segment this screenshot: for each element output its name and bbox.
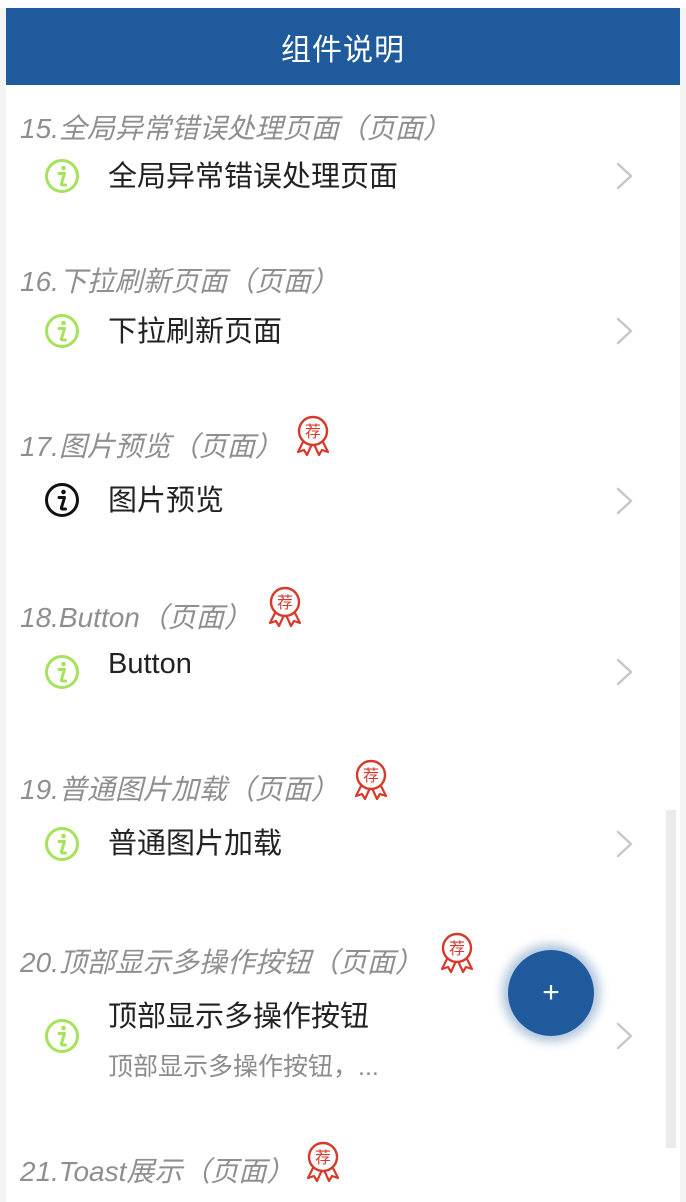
- recommend-badge-text: 荐: [305, 422, 321, 441]
- section-title-17: 17.图片预览（页面）: [20, 431, 283, 462]
- recommend-badge-text: 荐: [277, 593, 293, 612]
- list-item-16[interactable]: 16.下拉刷新页面（页面） 下拉刷新页面: [6, 228, 680, 383]
- list-item-15[interactable]: 15.全局异常错误处理页面（页面） 全局异常错误处理页面: [6, 85, 680, 229]
- app-header: 组件说明: [6, 8, 680, 85]
- recommend-badge-icon: 荐: [296, 415, 330, 456]
- chevron-right-icon: [616, 830, 633, 858]
- chevron-right-icon: [616, 658, 633, 686]
- section-title-21: 21.Toast展示（页面）: [20, 1156, 295, 1187]
- recommend-badge-icon: 荐: [306, 1141, 340, 1182]
- section-title-16: 16.下拉刷新页面（页面）: [20, 266, 339, 297]
- info-icon: [45, 827, 79, 861]
- recommend-badge-icon: 荐: [354, 759, 388, 800]
- chevron-right-icon: [616, 162, 633, 190]
- list-item-17[interactable]: 17.图片预览（页面） 荐 图片预览: [6, 382, 680, 554]
- section-title-20: 20.顶部显示多操作按钮（页面）: [20, 947, 423, 978]
- status-strip: [0, 0, 686, 8]
- recommend-badge-text: 荐: [363, 766, 379, 785]
- list-item-18[interactable]: 18.Button（页面） 荐 Button: [6, 553, 680, 725]
- row-label-17: 图片预览: [108, 485, 225, 517]
- chevron-right-icon: [616, 487, 633, 515]
- chevron-right-icon: [616, 1022, 633, 1050]
- section-title-15: 15.全局异常错误处理页面（页面）: [20, 113, 451, 144]
- section-title-18: 18.Button（页面）: [20, 602, 252, 633]
- row-label-20: 顶部显示多操作按钮: [108, 1001, 370, 1033]
- add-fab-button[interactable]: +: [508, 950, 594, 1036]
- list-item-19[interactable]: 19.普通图片加载（页面） 荐 普通图片加载: [6, 724, 680, 898]
- recommend-badge-icon: 荐: [440, 932, 474, 973]
- scrollbar[interactable]: [666, 810, 676, 1148]
- info-icon: [45, 655, 79, 689]
- info-icon: [45, 159, 79, 193]
- row-label-19: 普通图片加载: [108, 828, 283, 860]
- recommend-badge-text: 荐: [315, 1148, 331, 1167]
- page-title: 组件说明: [281, 33, 405, 67]
- info-icon: [45, 483, 79, 517]
- section-title-19: 19.普通图片加载（页面）: [20, 774, 339, 805]
- info-icon: [45, 314, 79, 348]
- app-frame: 组件说明 15.全局异常错误处理页面（页面） 全局异常错误处理页面 16.下拉刷…: [0, 0, 686, 1202]
- row-label-16: 下拉刷新页面: [108, 316, 283, 348]
- row-label-15: 全局异常错误处理页面: [108, 161, 399, 193]
- recommend-badge-icon: 荐: [268, 586, 302, 627]
- recommend-badge-text: 荐: [449, 939, 465, 958]
- info-icon: [45, 1019, 79, 1053]
- row-subtitle-20: 顶部显示多操作按钮，...: [108, 1053, 379, 1081]
- chevron-right-icon: [616, 317, 633, 345]
- list-item-21[interactable]: 21.Toast展示（页面） 荐: [6, 1106, 680, 1202]
- row-label-18: Button: [108, 648, 192, 680]
- plus-icon: +: [542, 976, 560, 1009]
